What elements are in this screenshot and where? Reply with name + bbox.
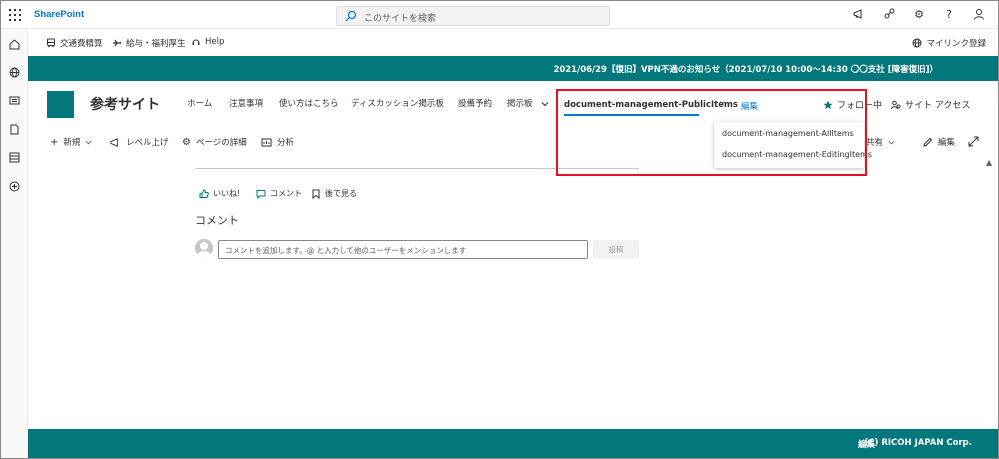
list-icon[interactable] bbox=[8, 151, 21, 164]
expand-icon[interactable] bbox=[968, 136, 979, 147]
search-placeholder: このサイトを検索 bbox=[364, 14, 437, 24]
search-box[interactable]: このサイトを検索 bbox=[336, 6, 610, 26]
save-later-button[interactable]: 後で見る bbox=[311, 188, 357, 199]
nav-home[interactable]: ホーム bbox=[187, 97, 212, 109]
hub-item-help[interactable]: Help bbox=[191, 37, 224, 47]
hub-item-salary[interactable]: 給与・福利厚生 bbox=[112, 37, 186, 49]
megaphone-icon bbox=[110, 137, 118, 147]
chevron-down-icon bbox=[85, 140, 92, 144]
people-icon bbox=[891, 100, 901, 109]
hub-item-label: 交通費精算 bbox=[60, 39, 103, 49]
site-footer: 編集 (C) RICOH JAPAN Corp. bbox=[28, 429, 998, 458]
nav-board[interactable]: 掲示板 bbox=[507, 97, 549, 109]
new-label: 新規 bbox=[63, 138, 81, 148]
footer-copyright: (C) RICOH JAPAN Corp. bbox=[864, 438, 972, 448]
nav-notes[interactable]: 注意事項 bbox=[229, 97, 263, 109]
suite-bar: SharePoint このサイトを検索 ⚙ ? bbox=[1, 1, 998, 29]
suite-actions: ⚙ ? bbox=[852, 7, 986, 21]
avatar bbox=[195, 239, 213, 257]
add-icon[interactable] bbox=[8, 180, 21, 193]
site-access-label: サイト アクセス bbox=[905, 101, 971, 111]
megaphone-icon[interactable] bbox=[852, 7, 866, 21]
like-label: いいね! bbox=[213, 189, 241, 198]
analytics-button[interactable]: 分析 bbox=[261, 136, 294, 148]
bookmark-icon bbox=[312, 189, 320, 199]
nav-howto[interactable]: 使い方はこちら bbox=[279, 97, 339, 109]
share-label: 共有 bbox=[866, 138, 884, 148]
hub-item-label: 給与・福利厚生 bbox=[126, 39, 186, 49]
like-button[interactable]: いいね! bbox=[199, 188, 240, 199]
comments-heading: コメント bbox=[195, 214, 239, 227]
brand-link[interactable]: SharePoint bbox=[34, 9, 84, 20]
new-button[interactable]: + 新規 bbox=[50, 136, 92, 148]
gear-icon[interactable]: ⚙ bbox=[912, 7, 926, 21]
airplane-icon bbox=[113, 39, 122, 47]
analytics-icon bbox=[261, 138, 272, 146]
bus-icon bbox=[47, 38, 55, 48]
edit-page-button[interactable]: 編集 bbox=[922, 136, 955, 148]
analytics-label: 分析 bbox=[277, 138, 295, 148]
gear-icon: ⚙ bbox=[182, 136, 191, 148]
post-button[interactable]: 投稿 bbox=[593, 240, 639, 259]
site-access-button[interactable]: サイト アクセス bbox=[891, 98, 970, 111]
app-launcher-icon[interactable] bbox=[9, 9, 21, 21]
help-icon[interactable]: ? bbox=[942, 7, 956, 21]
network-icon[interactable] bbox=[882, 7, 896, 21]
globe-icon bbox=[912, 38, 922, 48]
comment-placeholder: コメントを追加します。@ と入力して他のユーザーをメンションします bbox=[225, 246, 467, 255]
nav-booking[interactable]: 設備予約 bbox=[458, 97, 492, 109]
scroll-up-arrow[interactable]: ▲ bbox=[986, 158, 992, 167]
home-icon[interactable] bbox=[8, 38, 21, 51]
globe-icon[interactable] bbox=[8, 66, 21, 79]
thumbs-up-icon bbox=[199, 188, 209, 198]
page-details-label: ページの詳細 bbox=[195, 138, 247, 148]
plus-icon: + bbox=[50, 136, 59, 148]
nav-discussion[interactable]: ディスカッション掲示板 bbox=[351, 97, 444, 109]
hub-navigation: 交通費精算 給与・福利厚生 Help マイリンク登録 bbox=[28, 29, 998, 56]
hub-item-label: Help bbox=[205, 37, 225, 47]
save-later-label: 後で見る bbox=[325, 189, 357, 198]
announcement-banner: 2021/06/29【復旧】VPN不通のお知らせ（2021/07/10 10:0… bbox=[28, 56, 998, 81]
my-link-register[interactable]: マイリンク登録 bbox=[912, 37, 986, 49]
news-icon[interactable] bbox=[8, 94, 21, 107]
search-icon bbox=[345, 10, 357, 22]
banner-text[interactable]: 2021/06/29【復旧】VPN不通のお知らせ（2021/07/10 10:0… bbox=[553, 63, 938, 75]
account-icon[interactable] bbox=[972, 7, 986, 21]
app-bar bbox=[1, 29, 28, 458]
site-title[interactable]: 参考サイト bbox=[90, 94, 160, 114]
promote-button[interactable]: レベル上げ bbox=[110, 136, 169, 148]
my-link-label: マイリンク登録 bbox=[926, 39, 986, 49]
hub-item-expenses[interactable]: 交通費精算 bbox=[46, 37, 103, 49]
chevron-down-icon bbox=[541, 101, 549, 106]
nav-board-label: 掲示板 bbox=[507, 99, 533, 109]
headset-icon bbox=[192, 39, 200, 45]
highlight-annotation-box bbox=[556, 89, 867, 176]
promote-label: レベル上げ bbox=[126, 138, 169, 148]
document-icon[interactable] bbox=[8, 123, 21, 136]
share-button[interactable]: 共有 bbox=[866, 136, 895, 148]
site-logo[interactable] bbox=[47, 91, 74, 118]
chevron-down-icon bbox=[888, 140, 895, 144]
comment-label: コメント bbox=[270, 189, 302, 198]
comment-button[interactable]: コメント bbox=[256, 188, 302, 199]
edit-page-label: 編集 bbox=[938, 138, 956, 148]
page-details-button[interactable]: ⚙ ページの詳細 bbox=[182, 136, 247, 149]
pencil-icon bbox=[923, 137, 933, 147]
comment-icon bbox=[256, 189, 266, 199]
